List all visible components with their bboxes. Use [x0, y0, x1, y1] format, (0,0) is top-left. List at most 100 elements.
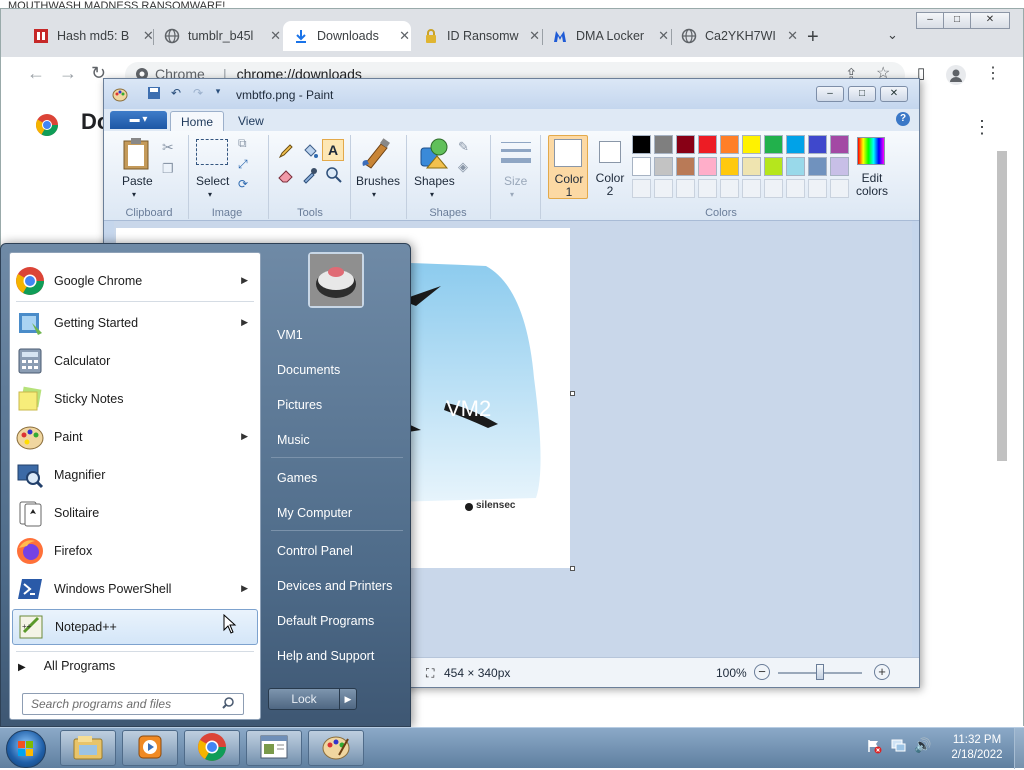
user-picture[interactable] — [308, 252, 364, 308]
maximize-button[interactable]: □ — [943, 12, 971, 29]
tab-home[interactable]: Home — [170, 111, 225, 131]
palette-swatch[interactable] — [654, 135, 673, 154]
file-menu-button[interactable]: ▬ ▾ — [110, 111, 167, 129]
tab-dma-locker[interactable]: DMA Locker ✕ — [542, 21, 670, 51]
custom-color-slot[interactable] — [720, 179, 739, 198]
customize-toolbar-icon[interactable]: ▾ — [210, 86, 226, 102]
palette-swatch[interactable] — [764, 135, 783, 154]
palette-swatch[interactable] — [676, 157, 695, 176]
clock[interactable]: 11:32 PM 2/18/2022 — [940, 733, 1014, 763]
chevron-down-icon[interactable]: ▾ — [132, 188, 136, 201]
brushes-icon[interactable] — [358, 135, 394, 171]
chevron-down-icon[interactable]: ▾ — [510, 188, 514, 201]
zoom-in-button[interactable]: + — [874, 664, 890, 680]
palette-swatch[interactable] — [830, 135, 849, 154]
show-desktop-button[interactable] — [1014, 728, 1024, 769]
program-magnifier[interactable]: Magnifier — [12, 457, 258, 493]
start-item-documents[interactable]: Documents — [273, 355, 403, 385]
program-solitaire[interactable]: Solitaire — [12, 495, 258, 531]
taskbar-explorer-button[interactable] — [60, 730, 116, 766]
taskbar-media-player-button[interactable] — [122, 730, 178, 766]
program-getting-started[interactable]: Getting Started ▶ — [12, 305, 258, 341]
chevron-down-icon[interactable]: ▾ — [208, 188, 212, 201]
page-scrollbar[interactable] — [997, 151, 1007, 461]
size-button[interactable]: Size — [504, 175, 527, 188]
program-firefox[interactable]: Firefox — [12, 533, 258, 569]
custom-color-slot[interactable] — [830, 179, 849, 198]
program-sticky-notes[interactable]: Sticky Notes — [12, 381, 258, 417]
cut-icon[interactable]: ✂ — [162, 139, 174, 156]
start-search-input[interactable]: Search programs and files — [22, 693, 244, 715]
magnifier-icon[interactable] — [324, 165, 344, 185]
close-icon[interactable]: ✕ — [269, 28, 282, 44]
volume-icon[interactable]: 🔊 — [914, 737, 931, 754]
tab-tumblr[interactable]: tumblr_b45l ✕ — [154, 21, 282, 51]
paint-close-button[interactable]: ✕ — [880, 86, 908, 102]
chevron-down-icon[interactable]: ▾ — [372, 188, 376, 201]
palette-swatch[interactable] — [742, 135, 761, 154]
start-item-music[interactable]: Music — [273, 425, 403, 455]
tab-downloads[interactable]: Downloads ✕ — [283, 21, 411, 51]
close-icon[interactable]: ✕ — [786, 28, 799, 44]
palette-swatch[interactable] — [698, 157, 717, 176]
forward-button[interactable]: → — [59, 63, 77, 84]
resize-handle[interactable] — [570, 391, 575, 396]
palette-swatch[interactable] — [720, 157, 739, 176]
palette-swatch[interactable] — [786, 135, 805, 154]
tab-ca2ykh7w[interactable]: Ca2YKH7WI ✕ — [671, 21, 799, 51]
close-icon[interactable]: ✕ — [657, 28, 670, 44]
palette-swatch[interactable] — [808, 157, 827, 176]
palette-swatch[interactable] — [676, 135, 695, 154]
start-item-devices-and-printers[interactable]: Devices and Printers — [273, 571, 403, 601]
tab-hash-md5[interactable]: Hash md5: B ✕ — [23, 21, 155, 51]
start-item-my-computer[interactable]: My Computer — [273, 498, 403, 528]
palette-swatch[interactable] — [698, 135, 717, 154]
resize-handle[interactable] — [570, 566, 575, 571]
start-item-control-panel[interactable]: Control Panel — [273, 536, 403, 566]
crop-icon[interactable]: ⧉ — [238, 136, 247, 151]
close-button[interactable]: ✕ — [970, 12, 1010, 29]
color1-button[interactable]: Color 1 — [548, 135, 588, 199]
undo-icon[interactable]: ↶ — [168, 86, 184, 102]
lock-button[interactable]: Lock — [268, 688, 340, 710]
paint-maximize-button[interactable]: □ — [848, 86, 876, 102]
new-tab-button[interactable]: + — [807, 26, 819, 49]
palette-swatch[interactable] — [632, 135, 651, 154]
palette-swatch[interactable] — [742, 157, 761, 176]
palette-swatch[interactable] — [808, 135, 827, 154]
tab-view[interactable]: View — [228, 111, 274, 131]
rotate-icon[interactable]: ⟳ — [238, 177, 248, 191]
chevron-down-icon[interactable]: ▾ — [430, 188, 434, 201]
pencil-icon[interactable] — [276, 141, 296, 161]
profile-avatar[interactable] — [946, 65, 966, 85]
paste-button[interactable]: Paste — [122, 175, 153, 188]
help-icon[interactable]: ? — [896, 112, 910, 126]
downloads-menu-icon[interactable]: ⋮ — [973, 117, 991, 138]
fill-style-icon[interactable]: ◈ — [458, 159, 468, 175]
redo-icon[interactable]: ↷ — [190, 86, 206, 102]
taskbar-paint-button[interactable] — [308, 730, 364, 766]
zoom-slider-thumb[interactable] — [816, 664, 824, 680]
custom-color-slot[interactable] — [698, 179, 717, 198]
network-icon[interactable] — [890, 738, 906, 757]
palette-swatch[interactable] — [720, 135, 739, 154]
program-notepadpp[interactable]: ++ Notepad++ — [12, 609, 258, 645]
custom-color-slot[interactable] — [742, 179, 761, 198]
palette-swatch[interactable] — [764, 157, 783, 176]
start-button[interactable] — [6, 730, 46, 768]
select-button[interactable]: Select — [196, 175, 229, 188]
chrome-menu-icon[interactable]: ⋮ — [985, 63, 1001, 83]
select-icon[interactable] — [196, 139, 228, 165]
size-icon[interactable] — [498, 137, 534, 167]
tab-search-button[interactable]: ⌄ — [887, 27, 898, 43]
start-item-default-programs[interactable]: Default Programs — [273, 606, 403, 636]
resize-icon[interactable]: ⤢ — [238, 157, 248, 172]
color-picker-icon[interactable] — [300, 165, 320, 185]
copy-icon[interactable]: ❐ — [162, 161, 174, 177]
program-google-chrome[interactable]: Google Chrome ▶ — [12, 263, 258, 299]
action-center-flag-icon[interactable] — [866, 738, 882, 757]
back-button[interactable]: ← — [27, 63, 45, 84]
taskbar-chrome-button[interactable] — [184, 730, 240, 766]
custom-color-slot[interactable] — [676, 179, 695, 198]
tab-id-ransomware[interactable]: ID Ransomw ✕ — [413, 21, 541, 51]
